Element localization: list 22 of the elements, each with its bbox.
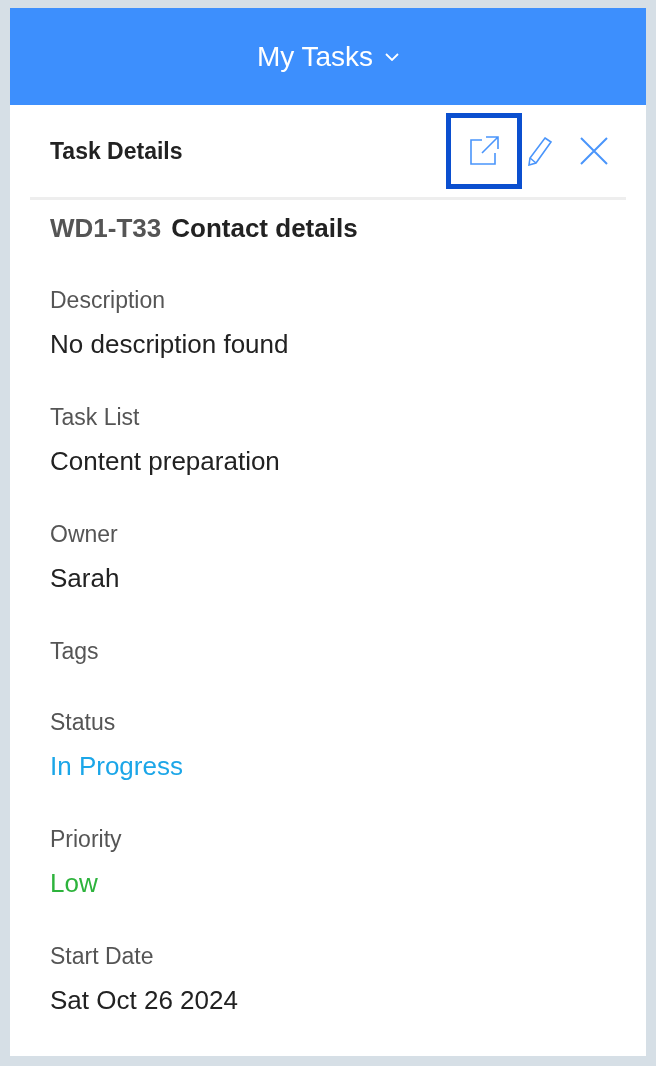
field-label: Tags	[50, 637, 99, 666]
panel-title: Task Details	[50, 136, 183, 166]
field-label: Description	[50, 286, 166, 315]
open-external-icon	[468, 135, 500, 167]
task-id: WD1-T33	[50, 211, 162, 245]
field-value: Low	[50, 867, 98, 900]
open-button[interactable]	[446, 113, 522, 189]
close-icon	[580, 137, 608, 165]
chevron-down-icon	[385, 52, 400, 61]
view-selector[interactable]: My Tasks	[256, 35, 400, 78]
field-value: Sarah	[50, 562, 120, 595]
field-value: In Progress	[50, 750, 183, 783]
field-value: Content preparation	[50, 445, 280, 478]
field-label: Status	[50, 708, 116, 737]
field-label: Task List	[50, 403, 140, 432]
task-name: Contact details	[171, 211, 358, 245]
field-label: Priority	[50, 825, 122, 854]
pencil-icon	[527, 136, 553, 166]
field-value: No description found	[50, 328, 289, 361]
field-label: Start Date	[50, 942, 154, 971]
field-label: Owner	[50, 520, 118, 549]
field-value: Sat Oct 26 2024	[50, 984, 238, 1017]
